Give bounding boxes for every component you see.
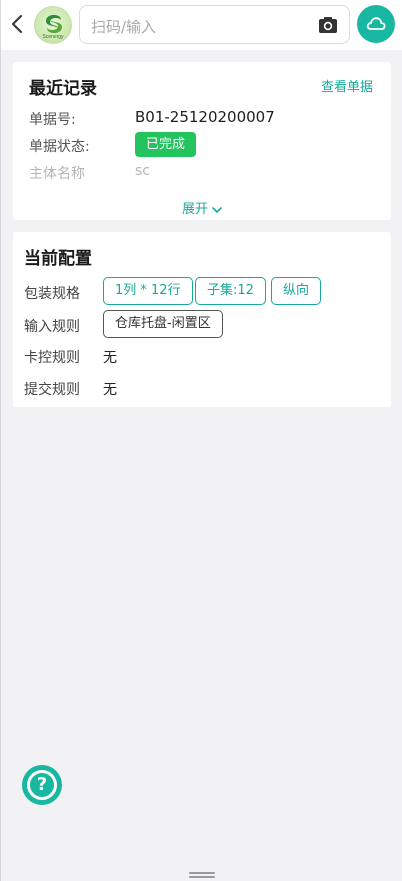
subject-label: 主体名称 [29, 166, 85, 182]
current-config-title: 当前配置 [24, 249, 92, 269]
packaging-label: 包装规格 [24, 286, 80, 302]
control-rule-label: 卡控规则 [24, 350, 80, 366]
packaging-tag-layout[interactable]: 1列 * 12行 [103, 277, 193, 305]
subject-value: sc [135, 163, 150, 179]
chevron-down-icon [212, 206, 222, 213]
status-badge: 已完成 [135, 132, 197, 157]
recent-records-card: 最近记录 查看单据 单据号: B01-25120200007 单据状态: 已完成… [13, 62, 391, 220]
help-icon: ? [27, 770, 57, 800]
current-config-card: 当前配置 包装规格 1列 * 12行 子集:12 纵向 输入规则 仓库托盘-闲置… [13, 232, 391, 407]
recent-records-title: 最近记录 [29, 79, 97, 99]
cloud-icon [366, 17, 386, 30]
logo-text: Scenergy [42, 34, 64, 40]
search-input[interactable]: 扫码/输入 [79, 5, 350, 44]
expand-toggle[interactable]: 展开 [13, 198, 391, 217]
input-rule-label: 输入规则 [24, 319, 80, 335]
bottom-drag-handle[interactable] [189, 872, 215, 878]
submit-rule-value: 无 [103, 382, 117, 398]
submit-rule-label: 提交规则 [24, 382, 80, 398]
packaging-tag-subset[interactable]: 子集:12 [195, 277, 266, 305]
help-button[interactable]: ? [22, 765, 62, 805]
search-placeholder: 扫码/输入 [91, 18, 157, 36]
input-rule-tag[interactable]: 仓库托盘-闲置区 [103, 310, 223, 338]
packaging-tag-orientation[interactable]: 纵向 [271, 277, 322, 305]
top-bar: Scenergy 扫码/输入 [1, 0, 402, 50]
view-document-link[interactable]: 查看单据 [321, 76, 373, 95]
doc-no-value: B01-25120200007 [135, 108, 275, 126]
expand-label: 展开 [181, 202, 208, 217]
cloud-sync-button[interactable] [357, 5, 395, 43]
status-label: 单据状态: [29, 139, 90, 155]
app-logo: Scenergy [34, 6, 72, 44]
camera-icon[interactable] [318, 16, 338, 34]
control-rule-value: 无 [103, 350, 117, 366]
back-arrow-icon[interactable] [10, 13, 26, 35]
doc-no-label: 单据号: [29, 112, 76, 128]
